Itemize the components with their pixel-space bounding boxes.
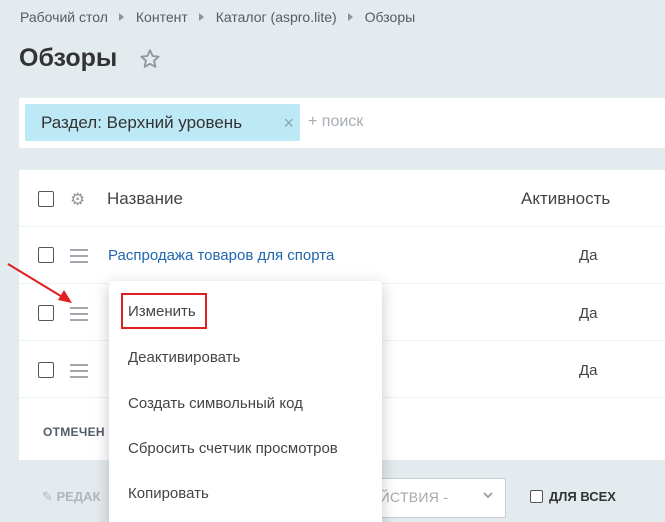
table-row[interactable]: Распродажа товаров для спорта Да — [19, 227, 665, 284]
grid-header: ⚙ Название Активность — [19, 170, 665, 227]
menu-item-edit[interactable]: Изменить — [121, 293, 207, 329]
select-all-checkbox[interactable] — [38, 191, 54, 207]
column-header-active[interactable]: Активность — [521, 189, 610, 209]
breadcrumb-item-reviews[interactable]: Обзоры — [365, 9, 416, 25]
close-icon[interactable]: × — [283, 113, 294, 134]
title-row: Обзоры — [19, 44, 161, 73]
row-menu-icon[interactable] — [70, 307, 88, 325]
for-all-checkbox[interactable] — [530, 490, 543, 503]
marked-count-label: ОТМЕЧЕН — [43, 425, 105, 439]
edit-action-button[interactable]: ✎ РЕДАК — [42, 489, 100, 505]
row-checkbox[interactable] — [38, 247, 54, 263]
breadcrumb-separator-icon — [198, 13, 204, 21]
breadcrumb: Рабочий стол Контент Каталог (aspro.lite… — [20, 9, 415, 25]
breadcrumb-item-content[interactable]: Контент — [136, 9, 188, 25]
breadcrumb-item-catalog[interactable]: Каталог (aspro.lite) — [216, 9, 337, 25]
for-all-toggle[interactable]: ДЛЯ ВСЕХ — [530, 489, 616, 504]
search-input[interactable]: + поиск — [308, 113, 363, 131]
filter-chip-label: Раздел: Верхний уровень — [41, 112, 243, 132]
edit-action-label: РЕДАК — [56, 489, 101, 504]
row-active-value: Да — [579, 362, 598, 379]
row-menu-icon[interactable] — [70, 249, 88, 267]
gear-icon[interactable]: ⚙ — [70, 190, 85, 210]
row-checkbox[interactable] — [38, 305, 54, 321]
menu-item-deactivate[interactable]: Деактивировать — [128, 349, 240, 366]
breadcrumb-separator-icon — [347, 13, 353, 21]
row-menu-icon[interactable] — [70, 364, 88, 382]
filter-bar[interactable]: Раздел: Верхний уровень × + поиск — [19, 98, 665, 148]
menu-item-reset-counter[interactable]: Сбросить счетчик просмотров — [128, 440, 338, 457]
breadcrumb-separator-icon — [118, 13, 124, 21]
chevron-down-icon — [483, 492, 493, 499]
row-active-value: Да — [579, 247, 598, 264]
menu-item-create-code[interactable]: Создать символьный код — [128, 395, 303, 412]
page-title: Обзоры — [19, 44, 118, 72]
row-checkbox[interactable] — [38, 362, 54, 378]
menu-item-copy[interactable]: Копировать — [128, 485, 209, 502]
row-name-link[interactable]: Распродажа товаров для спорта — [108, 247, 334, 264]
filter-chip-section[interactable]: Раздел: Верхний уровень × — [25, 104, 300, 141]
for-all-label: ДЛЯ ВСЕХ — [549, 489, 616, 504]
star-icon[interactable] — [139, 48, 161, 70]
row-active-value: Да — [579, 305, 598, 322]
pencil-icon: ✎ — [42, 489, 57, 504]
column-header-name[interactable]: Название — [107, 189, 183, 209]
row-context-menu: Изменить Деактивировать Создать символьн… — [109, 281, 382, 522]
breadcrumb-item-desktop[interactable]: Рабочий стол — [20, 9, 108, 25]
